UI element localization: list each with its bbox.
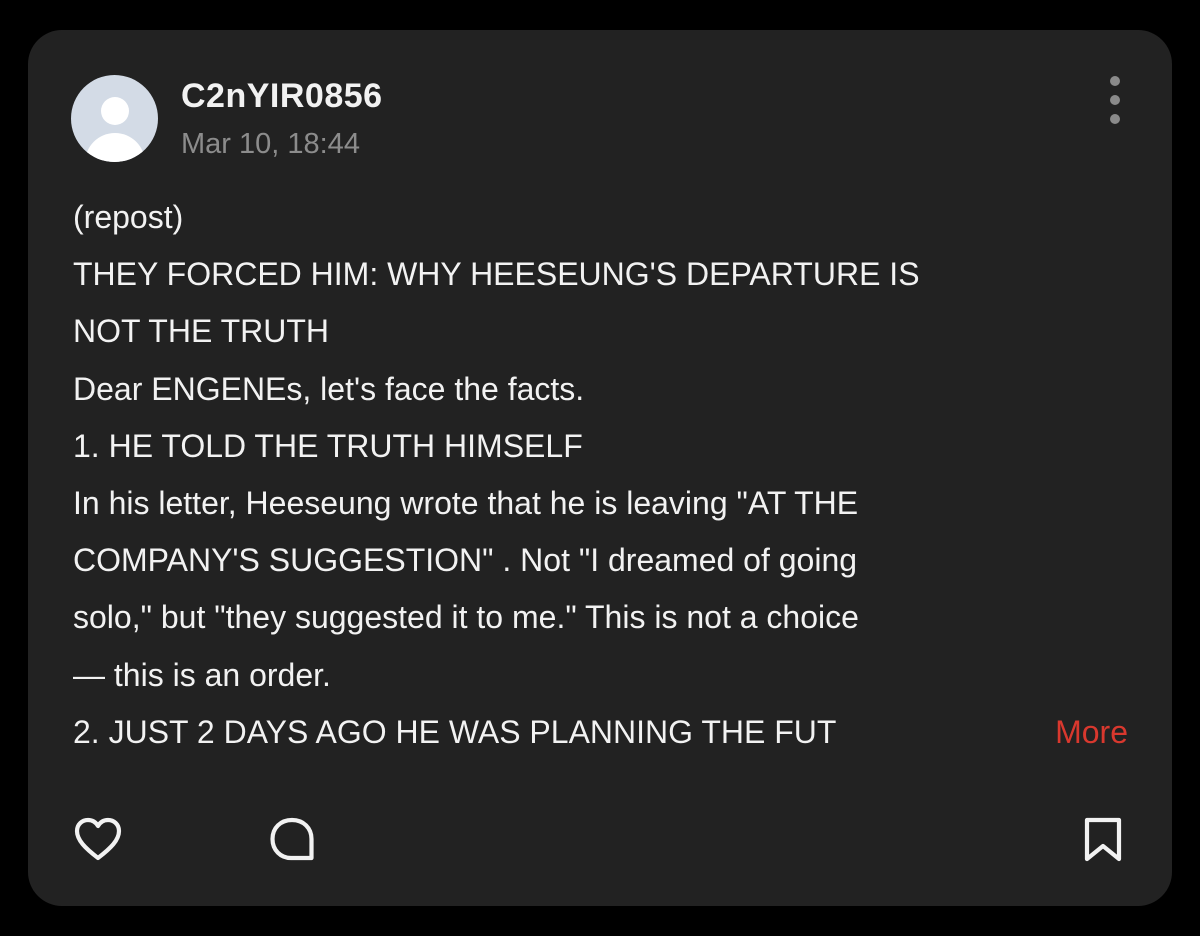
post-line: COMPANY'S SUGGESTION" . Not "I dreamed o… [73,542,858,579]
comment-button[interactable] [268,815,318,865]
more-link[interactable]: More [1009,703,1128,762]
username[interactable]: C2nYIR0856 [181,74,383,118]
heart-icon [74,817,122,861]
menu-dot [1110,95,1120,105]
avatar-body [85,133,145,162]
post-line: 1. HE TOLD THE TRUTH HIMSELF [73,427,583,464]
post-line: Dear ENGENEs, let's face the facts. [73,370,585,407]
post-card: C2nYIR0856 Mar 10, 18:44 (repost) THEY F… [28,30,1172,906]
like-button[interactable] [73,815,123,865]
menu-dot [1110,76,1120,86]
bookmark-icon [1084,817,1122,862]
post-line: NOT THE TRUTH [73,313,330,350]
truncated-text: 2. JUST 2 DAYS AGO HE WAS PLANNING THE F… [73,713,837,750]
comment-bubble-icon [270,817,314,861]
post-line: (repost) [73,199,184,235]
avatar[interactable] [71,75,158,162]
post-timestamp: Mar 10, 18:44 [181,128,360,160]
post-line: — this is an order. [73,656,331,693]
post-line: THEY FORCED HIM: WHY HEESEUNG'S DEPARTUR… [73,256,920,293]
save-button[interactable] [1078,815,1128,865]
avatar-head [101,97,129,125]
post-line: In his letter, Heeseung wrote that he is… [73,485,859,522]
post-line-truncated: 2. JUST 2 DAYS AGO HE WAS PLANNING THE F… [73,703,1143,762]
post-body: (repost) THEY FORCED HIM: WHY HEESEUNG'S… [73,189,1143,762]
post-line: solo," but "they suggested it to me." Th… [73,599,859,636]
menu-dot [1110,114,1120,124]
more-options-icon[interactable] [1100,72,1130,128]
